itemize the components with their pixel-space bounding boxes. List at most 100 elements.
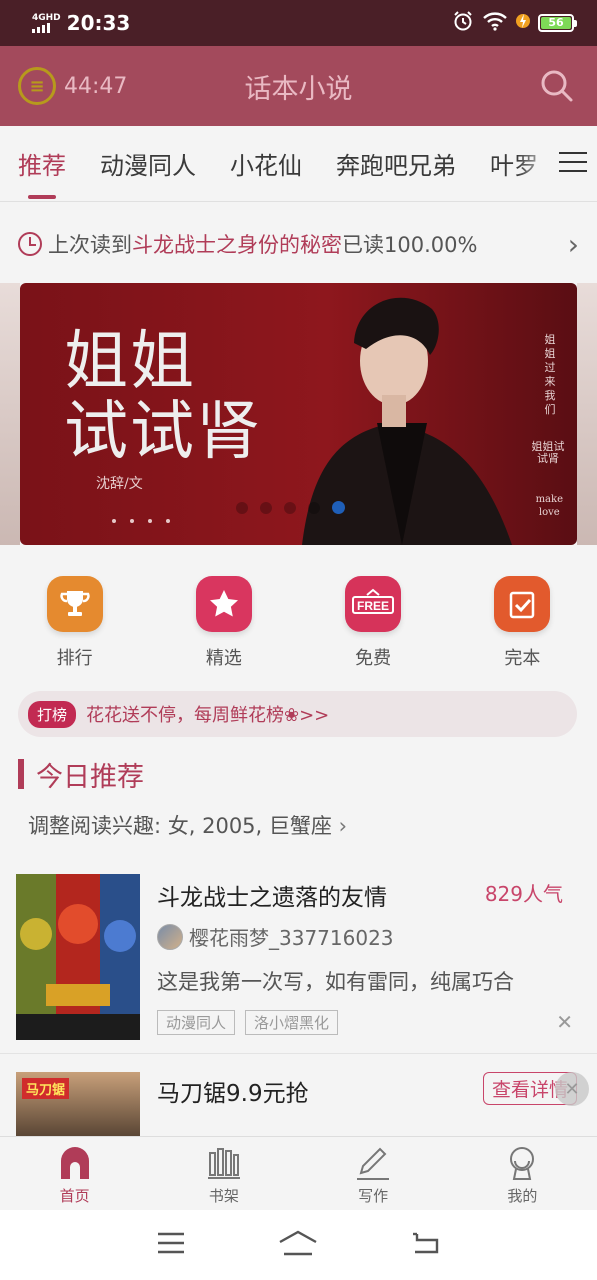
banner-mini-title: 姐姐试试肾 <box>531 440 565 465</box>
banner-decor-dots <box>112 519 170 523</box>
nav-profile[interactable]: 我的 <box>448 1137 597 1210</box>
nav-home[interactable]: 首页 <box>0 1137 149 1210</box>
tab-fade <box>517 126 557 201</box>
next-banner-peek <box>577 283 597 545</box>
interest-text: 调整阅读兴趣: 女, 2005, 巨蟹座 <box>28 814 332 838</box>
banner-author: 沈辞/文 <box>96 476 143 492</box>
search-button[interactable] <box>535 64 579 108</box>
book-popularity: 829人气 <box>484 882 563 906</box>
svg-text:FREE: FREE <box>357 599 389 613</box>
featured-label: 精选 <box>205 648 242 669</box>
book-tag[interactable]: 洛小熠黑化 <box>245 1010 339 1035</box>
tab-recommend[interactable]: 推荐 <box>18 146 66 199</box>
network-type: 4GHD <box>32 13 61 23</box>
charging-icon <box>516 11 530 35</box>
nav-home-label: 首页 <box>59 1187 90 1205</box>
ad-image-text: 马刀锯 <box>22 1078 70 1099</box>
signal-indicator: 4GHD <box>32 13 61 33</box>
chevron-right-icon: › <box>567 227 579 261</box>
quick-links: 排行 精选 FREE 免费 完本 <box>0 576 597 676</box>
battery-level: 56 <box>541 17 571 29</box>
status-time: 20:33 <box>66 11 131 35</box>
last-read-book: 斗龙战士之身份的秘密 <box>132 233 342 257</box>
book-author[interactable]: 樱花雨梦_337716023 <box>157 922 394 951</box>
banner-title: 姐姐 试试肾 <box>64 327 262 467</box>
rank-button[interactable]: 排行 <box>0 576 149 676</box>
chevron-right-icon: › <box>338 814 347 838</box>
interest-settings-link[interactable]: 调整阅读兴趣: 女, 2005, 巨蟹座 › <box>28 810 347 840</box>
last-read-progress: 已读100.00% <box>342 233 478 257</box>
promo-text: 花花送不停，每周鲜花榜❀>> <box>86 705 330 726</box>
reading-timer[interactable]: ≡ 44:47 <box>18 67 127 105</box>
promo-badge: 打榜 <box>28 700 77 728</box>
section-title: 今日推荐 <box>36 761 144 793</box>
home-icon <box>60 1147 89 1179</box>
nav-write-label: 写作 <box>358 1187 389 1205</box>
ad-image: 马刀锯 <box>16 1072 140 1136</box>
app-header: ≡ 44:47 话本小说 <box>0 46 597 126</box>
nav-bookshelf-label: 书架 <box>208 1187 239 1205</box>
ad-card[interactable]: 马刀锯 马刀锯9.9元抢 查看详情 ✕ <box>0 1064 597 1136</box>
free-label: 免费 <box>355 648 392 669</box>
banner-title-line2: 试试肾 <box>64 395 262 469</box>
book-tag[interactable]: 动漫同人 <box>157 1010 236 1035</box>
author-name: 樱花雨梦_337716023 <box>189 926 394 950</box>
book-card[interactable]: 斗龙战士之遗落的友情 829人气 樱花雨梦_337716023 这是我第一次写，… <box>0 872 597 1054</box>
category-tabs: 推荐 动漫同人 小花仙 奔跑吧兄弟 叶罗 <box>0 126 597 202</box>
carousel-pager <box>236 501 345 514</box>
completed-label: 完本 <box>504 648 541 669</box>
book-tags: 动漫同人 洛小熠黑化 <box>157 1010 339 1035</box>
banner-tagline-love: love <box>538 507 560 518</box>
system-navigation-bar <box>0 1210 597 1280</box>
timer-text: 44:47 <box>64 73 128 99</box>
trophy-icon <box>46 576 103 632</box>
signal-icon <box>32 23 61 33</box>
section-header: 今日推荐 <box>18 756 144 793</box>
recent-apps-icon[interactable] <box>156 1231 186 1259</box>
pen-icon <box>357 1147 390 1180</box>
coin-clock-icon: ≡ <box>18 67 56 105</box>
dismiss-icon[interactable]: ✕ <box>556 1010 573 1034</box>
banner-tagline-make: make <box>535 494 563 505</box>
avatar <box>157 923 183 950</box>
last-read-prefix: 上次读到 <box>48 233 132 257</box>
book-title: 斗龙战士之遗落的友情 <box>157 885 387 911</box>
menu-icon[interactable] <box>559 150 587 174</box>
section-accent-bar <box>18 759 24 789</box>
banner-title-line1: 姐姐 <box>64 325 196 399</box>
nav-bookshelf[interactable]: 书架 <box>149 1137 298 1210</box>
ad-title: 马刀锯9.9元抢 <box>157 1081 309 1107</box>
tab-xiaohuaxian[interactable]: 小花仙 <box>230 146 302 181</box>
status-bar: 4GHD 20:33 56 <box>0 0 597 46</box>
back-icon[interactable] <box>411 1231 441 1259</box>
home-nav-icon[interactable] <box>278 1230 318 1260</box>
bookshelf-icon <box>207 1148 240 1179</box>
star-icon <box>195 576 252 632</box>
book-cover-image <box>16 874 140 1040</box>
banner-carousel[interactable]: 姐姐 试试肾 沈辞/文 姐姐过来我们 姐姐试试肾 make love <box>0 283 597 545</box>
completed-button[interactable]: 完本 <box>448 576 597 676</box>
alarm-icon <box>452 10 474 36</box>
bottom-nav: 首页 书架 写作 我的 <box>0 1136 597 1210</box>
history-clock-icon <box>18 232 42 256</box>
search-icon <box>541 70 573 102</box>
free-button[interactable]: FREE 免费 <box>299 576 448 676</box>
nav-write[interactable]: 写作 <box>299 1137 448 1210</box>
last-read-bar[interactable]: 上次读到 斗龙战士之身份的秘密 已读100.00% › <box>0 218 597 270</box>
rank-label: 排行 <box>56 648 93 669</box>
promo-banner[interactable]: 打榜 花花送不停，每周鲜花榜❀>> <box>18 691 577 737</box>
featured-button[interactable]: 精选 <box>149 576 298 676</box>
check-icon <box>494 576 551 632</box>
free-icon: FREE <box>345 576 402 632</box>
tab-anime-fanfic[interactable]: 动漫同人 <box>100 146 196 181</box>
battery-icon: 56 <box>538 14 577 32</box>
banner-tagline: make love <box>536 493 563 519</box>
nav-profile-label: 我的 <box>507 1187 538 1205</box>
banner-slide[interactable]: 姐姐 试试肾 沈辞/文 姐姐过来我们 姐姐试试肾 make love <box>20 283 577 545</box>
close-icon[interactable]: ✕ <box>555 1072 589 1106</box>
banner-vertical-text: 姐姐过来我们 <box>544 333 556 416</box>
tab-running-man[interactable]: 奔跑吧兄弟 <box>336 146 456 181</box>
book-description: 这是我第一次写，如有雷同，纯属巧合 <box>157 970 514 994</box>
profile-icon <box>510 1147 535 1180</box>
wifi-icon <box>482 11 508 35</box>
